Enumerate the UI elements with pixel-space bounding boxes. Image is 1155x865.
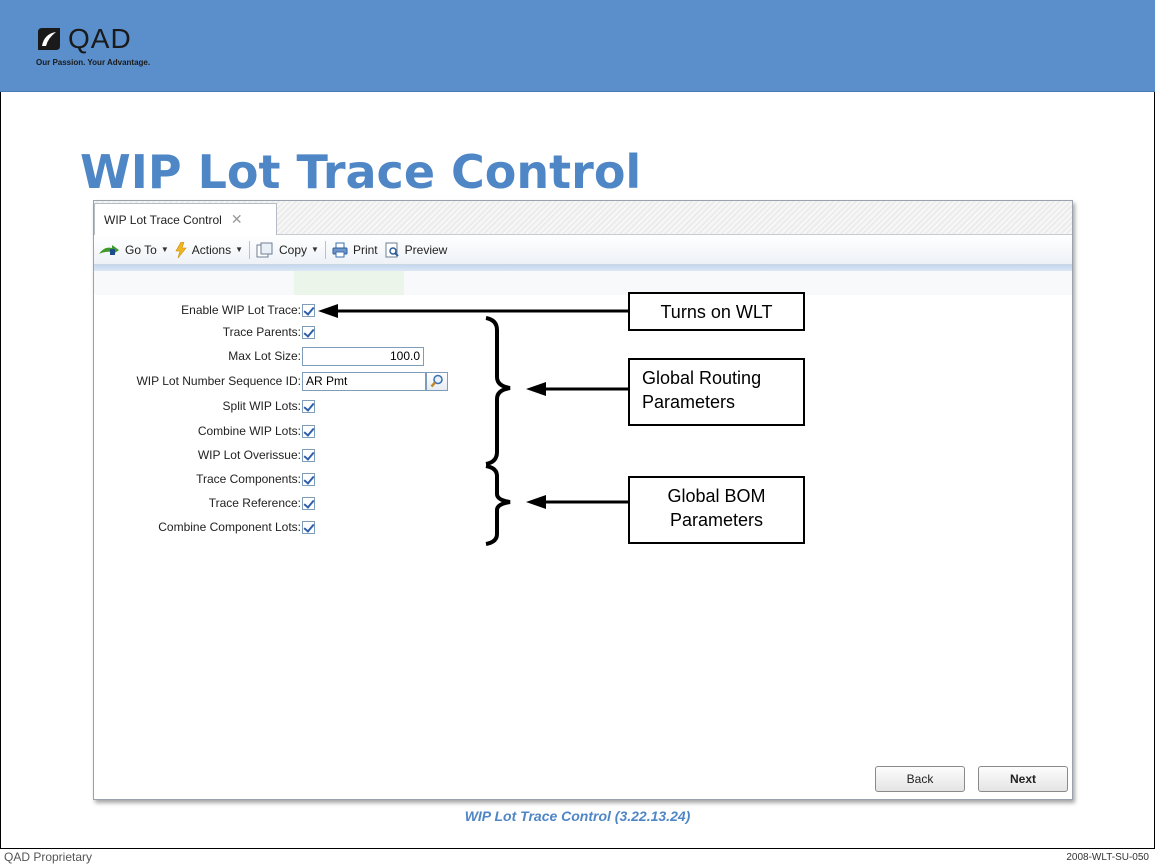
row-max-lot-size: Max Lot Size: <box>94 346 424 366</box>
next-button[interactable]: Next <box>978 766 1068 792</box>
copy-button[interactable]: Copy ▼ <box>256 242 319 258</box>
app-window: WIP Lot Trace Control ✕ Go To ▼ Actions … <box>93 200 1073 800</box>
tab-close-icon[interactable]: ✕ <box>231 211 243 228</box>
magnifier-icon <box>430 374 443 388</box>
trace-components-checkbox[interactable] <box>302 472 315 486</box>
combine-wip-lots-label: Combine WIP Lots: <box>197 424 301 438</box>
lightning-icon <box>175 241 187 258</box>
combine-wip-lots-checkbox[interactable] <box>302 424 315 438</box>
trace-reference-checkbox[interactable] <box>302 496 315 510</box>
trace-reference-label: Trace Reference: <box>208 496 301 510</box>
callout-routing-line2: Parameters <box>642 392 736 412</box>
toolbar-separator <box>249 240 251 259</box>
callout-wlt-text: Turns on WLT <box>660 302 773 322</box>
split-wip-lots-checkbox[interactable] <box>302 399 315 413</box>
goto-label: Go To <box>125 242 157 257</box>
tab-strip: WIP Lot Trace Control ✕ <box>94 201 1072 235</box>
goto-button[interactable]: Go To ▼ <box>98 243 169 257</box>
combine-component-lots-label: Combine Component Lots: <box>158 520 301 534</box>
preview-label: Preview <box>404 242 448 257</box>
printer-icon <box>332 242 348 257</box>
row-trace-reference: Trace Reference: <box>94 493 315 513</box>
enable-wip-lot-trace-label: Enable WIP Lot Trace: <box>181 303 301 317</box>
row-combine-component-lots: Combine Component Lots: <box>94 517 315 537</box>
callout-bom-line1: Global BOM <box>667 486 766 506</box>
goto-arrow-icon <box>99 244 119 255</box>
chevron-down-icon: ▼ <box>311 245 319 254</box>
callout-turns-on-wlt: Turns on WLT <box>628 292 805 331</box>
form-header-strip <box>94 271 1072 295</box>
copy-label: Copy <box>279 242 308 257</box>
callout-global-bom: Global BOM Parameters <box>628 476 805 544</box>
preview-icon <box>385 242 399 257</box>
tab-label: WIP Lot Trace Control <box>104 212 222 227</box>
row-enable-wip-lot-trace: Enable WIP Lot Trace: <box>94 300 315 320</box>
max-lot-size-label: Max Lot Size: <box>228 349 301 363</box>
callout-routing-line1: Global Routing <box>642 368 762 388</box>
row-wip-lot-overissue: WIP Lot Overissue: <box>94 445 315 465</box>
toolbar-separator <box>324 240 326 259</box>
actions-button[interactable]: Actions ▼ <box>175 241 244 258</box>
chevron-down-icon: ▼ <box>160 245 169 254</box>
print-label: Print <box>352 242 378 257</box>
wip-lot-overissue-label: WIP Lot Overissue: <box>197 448 301 462</box>
footer-proprietary: QAD Proprietary <box>4 850 93 864</box>
enable-wip-lot-trace-checkbox[interactable] <box>302 303 315 317</box>
combine-component-lots-checkbox[interactable] <box>302 520 315 534</box>
toolbar: Go To ▼ Actions ▼ Copy ▼ Print Preview <box>94 235 1072 265</box>
row-split-wip-lots: Split WIP Lots: <box>94 396 315 416</box>
max-lot-size-input[interactable] <box>302 346 424 366</box>
callout-bom-line2: Parameters <box>669 510 764 530</box>
sequence-id-input[interactable] <box>302 371 426 391</box>
back-button[interactable]: Back <box>875 766 965 792</box>
callout-global-routing: Global Routing Parameters <box>628 358 805 426</box>
row-sequence-id: WIP Lot Number Sequence ID: <box>94 371 448 391</box>
row-trace-components: Trace Components: <box>94 469 315 489</box>
sequence-lookup-button[interactable] <box>426 371 448 391</box>
logo-tagline: Our Passion. Your Advantage. <box>36 58 151 67</box>
print-button[interactable]: Print <box>332 242 378 258</box>
tab-wip-lot-trace-control[interactable]: WIP Lot Trace Control ✕ <box>94 203 277 235</box>
qad-logo-icon <box>38 28 60 50</box>
header-band: QAD Our Passion. Your Advantage. <box>0 0 1155 92</box>
actions-label: Actions <box>191 242 232 257</box>
trace-components-label: Trace Components: <box>196 472 301 486</box>
copy-icon <box>256 242 273 257</box>
qad-logo: QAD Our Passion. Your Advantage. <box>36 23 186 76</box>
chevron-down-icon: ▼ <box>235 245 244 254</box>
split-wip-lots-label: Split WIP Lots: <box>222 399 301 413</box>
row-combine-wip-lots: Combine WIP Lots: <box>94 421 315 441</box>
preview-button[interactable]: Preview <box>384 242 448 258</box>
row-trace-parents: Trace Parents: <box>94 322 315 342</box>
logo-text: QAD <box>68 23 132 54</box>
slide-caption: WIP Lot Trace Control (3.22.13.24) <box>464 808 691 824</box>
slide-title: WIP Lot Trace Control <box>80 145 642 199</box>
wip-lot-overissue-checkbox[interactable] <box>302 448 315 462</box>
footer-code: 2008-WLT-SU-050 <box>1066 852 1149 863</box>
trace-parents-checkbox[interactable] <box>302 325 315 339</box>
trace-parents-label: Trace Parents: <box>222 325 301 339</box>
sequence-id-label: WIP Lot Number Sequence ID: <box>136 374 301 388</box>
